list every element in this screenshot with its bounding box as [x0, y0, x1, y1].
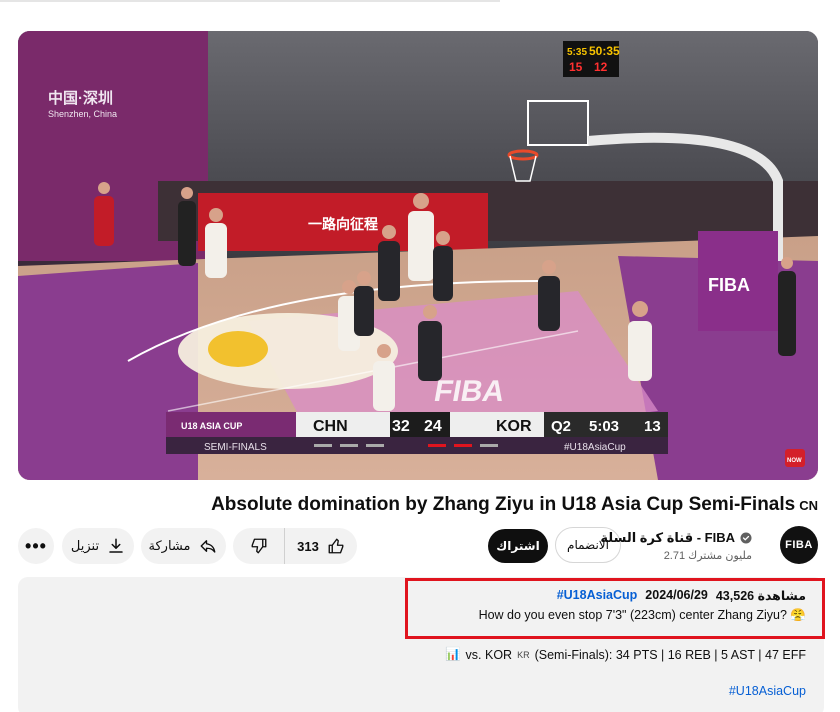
thumbs-up-icon — [328, 538, 344, 554]
flag-icon: KR — [517, 649, 530, 660]
video-frame: 一路向征程 FIBA FIBA 5:35 50:35 15 12 中国·深圳 S… — [18, 31, 818, 480]
ad-banner-text: 一路向征程 — [308, 216, 378, 232]
country-code: CN — [799, 498, 818, 513]
period: Q2 — [551, 418, 571, 435]
description-line-2: 📊 vs. KOR KR (Semi-Finals): 34 PTS | 16 … — [445, 647, 806, 662]
scoreboard-hashtag: #U18AsiaCup — [564, 442, 626, 453]
footer-hashtag-link[interactable]: #U18AsiaCup — [729, 684, 806, 698]
channel-name[interactable]: قناة كرة السلة - FIBA — [600, 530, 752, 546]
stage-label: SEMI-FINALS — [204, 442, 267, 453]
download-button[interactable]: تنزيل — [62, 528, 134, 564]
subscribe-button[interactable]: اشتراك — [488, 529, 548, 563]
city-en-text: Shenzhen, China — [48, 109, 117, 119]
description-hashtag[interactable]: #U18AsiaCup — [557, 588, 638, 603]
view-count: 43,526 مشاهدة — [715, 589, 806, 603]
dislike-button[interactable] — [233, 528, 285, 564]
video-title: Absolute domination by Zhang Ziyu in U18… — [211, 494, 818, 516]
like-button[interactable]: 313 — [285, 537, 357, 555]
team2-name: KOR — [496, 418, 532, 435]
svg-text:15: 15 — [569, 60, 583, 74]
stat-line: (Semi-Finals): 34 PTS | 16 REB | 5 AST |… — [534, 647, 806, 662]
subscriber-count: 2.71 مليون مشترك — [663, 550, 752, 562]
svg-text:12: 12 — [594, 60, 608, 74]
channel-name-text: قناة كرة السلة - FIBA — [600, 530, 735, 545]
share-button[interactable]: مشاركة — [141, 528, 226, 564]
svg-text:NOW: NOW — [787, 458, 802, 464]
team1-name: CHN — [313, 418, 348, 435]
more-icon: ••• — [25, 535, 47, 556]
download-label: تنزيل — [70, 538, 100, 553]
top-divider — [0, 0, 500, 2]
verified-check-icon — [740, 532, 752, 544]
live-badge: NOW — [785, 449, 805, 467]
channel-avatar[interactable]: FIBA — [780, 526, 818, 564]
share-label: مشاركة — [148, 538, 191, 553]
event-logo: U18 ASIA CUP — [181, 421, 242, 431]
more-actions-button[interactable]: ••• — [18, 528, 54, 564]
description-line-1: How do you even stop 7'3" (223cm) center… — [478, 608, 806, 622]
chart-emoji-icon: 📊 — [444, 647, 461, 661]
team1-score: 32 — [392, 418, 410, 435]
video-title-text: Absolute domination by Zhang Ziyu in U18… — [211, 494, 796, 515]
court-fiba-logo: FIBA — [432, 375, 508, 408]
like-dislike-group: 313 — [233, 528, 357, 564]
download-icon — [109, 538, 123, 553]
svg-text:50:35: 50:35 — [589, 44, 620, 58]
team2-score: 24 — [424, 418, 442, 435]
game-clock: 5:03 — [589, 418, 619, 435]
svg-text:5:35: 5:35 — [567, 47, 587, 58]
city-cn-text: 中国·深圳 — [48, 89, 113, 107]
shot-clock: 13 — [644, 418, 661, 435]
opponent-label: vs. KOR — [465, 647, 513, 662]
video-player[interactable]: 一路向征程 FIBA FIBA 5:35 50:35 15 12 中国·深圳 S… — [18, 31, 818, 480]
view-date-line: #U18AsiaCup 2024/06/29 43,526 مشاهدة — [557, 588, 806, 603]
stanchion-fiba-logo: FIBA — [708, 275, 750, 295]
scoreboard: U18 ASIA CUP CHN 32 24 KOR Q2 5:03 13 SE… — [166, 412, 668, 454]
thumbs-down-icon — [251, 538, 266, 554]
upload-date: 2024/06/29 — [645, 588, 708, 602]
share-icon — [201, 540, 216, 553]
like-count: 313 — [297, 538, 319, 554]
